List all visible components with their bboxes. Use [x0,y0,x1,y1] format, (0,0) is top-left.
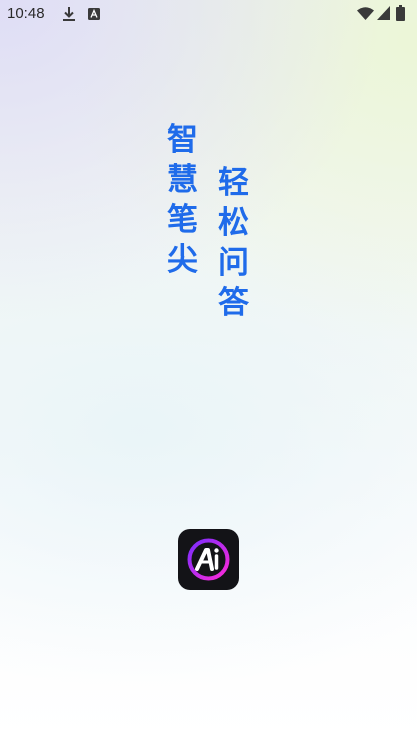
slogan-char: 智 [167,122,198,158]
status-bar: 10:48 [0,0,417,28]
status-time: 10:48 [7,5,45,22]
notification-icon [88,8,100,20]
battery-icon [396,5,405,21]
slogan-left-column: 智 慧 笔 尖 [167,120,198,280]
wifi-icon [357,7,374,20]
slogan-char: 答 [218,285,249,321]
slogan-char: 轻 [218,165,249,201]
app-logo [178,529,239,590]
slogan-char: 慧 [167,162,198,198]
slogan-char: 松 [218,205,249,241]
download-icon [63,7,75,21]
ai-logo-icon [187,538,230,581]
slogan-char: 尖 [167,242,198,278]
slogan-char: 问 [218,245,249,281]
slogan-char: 笔 [167,202,198,238]
slogan-right-column: 轻 松 问 答 [218,163,249,323]
signal-icon [377,6,390,20]
